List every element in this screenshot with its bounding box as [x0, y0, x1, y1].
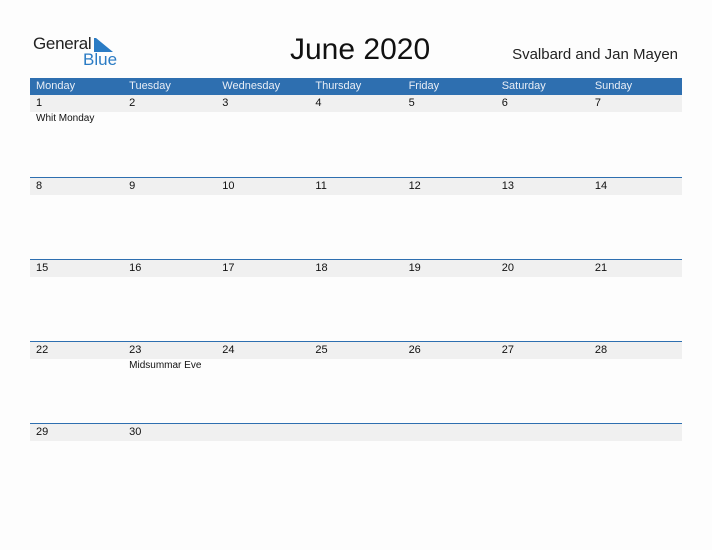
day-cell: 11: [309, 178, 402, 195]
day-number: 19: [408, 262, 421, 274]
day-number: 28: [594, 344, 608, 356]
day-cell: 26: [403, 342, 496, 359]
country-name: Svalbard and Jan Mayen: [512, 46, 678, 63]
day-cell: 24: [216, 342, 309, 359]
holiday-label: Whit Monday: [36, 113, 95, 124]
day-cell: 20: [496, 260, 589, 277]
day-cell: [403, 424, 496, 441]
day-cell: 3: [216, 95, 309, 112]
calendar-grid: Monday Tuesday Wednesday Thursday Friday…: [30, 78, 682, 505]
day-cell: 7: [589, 95, 682, 112]
week-row: 15 16 17 18 19 20 21: [30, 259, 682, 341]
day-cell: 5: [403, 95, 496, 112]
day-cell: 18: [309, 260, 402, 277]
day-number: 23: [129, 344, 142, 356]
day-cell: 14: [589, 178, 682, 195]
weekday-label: Tuesday: [129, 80, 171, 92]
day-cell: 4: [309, 95, 402, 112]
day-cell: 30: [123, 424, 216, 441]
day-cell: 17: [216, 260, 309, 277]
day-number: 2: [129, 97, 136, 109]
day-number: 10: [222, 180, 235, 192]
day-cell: 23 Midsummar Eve: [123, 342, 216, 371]
day-number: 22: [36, 344, 49, 356]
week-row: 1 Whit Monday 2 3 4 5 6 7: [30, 95, 682, 177]
weekday-label: Monday: [36, 80, 76, 92]
day-cell: 28: [589, 342, 682, 359]
day-cell: 25: [309, 342, 402, 359]
day-number: 25: [315, 344, 328, 356]
day-cell: 8: [30, 178, 123, 195]
day-number: 24: [222, 344, 235, 356]
weekday-label: Thursday: [315, 80, 362, 92]
day-cell: 22: [30, 342, 123, 359]
day-number: 18: [315, 262, 328, 274]
day-number: 16: [129, 262, 142, 274]
day-number: 11: [315, 180, 327, 192]
week-row: 8 9 10 11 12 13 14: [30, 177, 682, 259]
date-strip: 22 23 Midsummar Eve 24 25 26 27 28: [30, 342, 682, 371]
day-number: 21: [594, 262, 608, 274]
day-number: 6: [501, 97, 508, 109]
day-cell: 6: [496, 95, 589, 112]
day-cell: 15: [30, 260, 123, 277]
day-cell: 29: [30, 424, 123, 441]
logo-blue-text: Blue: [83, 50, 118, 69]
day-number: 15: [36, 262, 49, 274]
day-cell: 9: [123, 178, 216, 195]
day-number: 29: [36, 426, 49, 438]
day-number: 5: [408, 97, 415, 109]
day-number: 14: [594, 180, 608, 192]
weekday-header: Monday Tuesday Wednesday Thursday Friday…: [30, 78, 682, 95]
day-cell: 12: [403, 178, 496, 195]
day-number: 3: [222, 97, 229, 109]
date-strip: 15 16 17 18 19 20 21: [30, 260, 682, 277]
day-number: 8: [36, 180, 43, 192]
day-number: 26: [408, 344, 421, 356]
weekday-label: Saturday: [501, 80, 546, 92]
day-number: 7: [594, 97, 601, 109]
day-number: 17: [222, 262, 235, 274]
day-cell: 27: [496, 342, 589, 359]
weekday-label: Friday: [408, 80, 440, 92]
day-cell: 1 Whit Monday: [30, 95, 123, 124]
day-number: 13: [501, 180, 514, 192]
day-cell: 19: [403, 260, 496, 277]
weekday-label: Sunday: [594, 80, 633, 92]
day-number: 12: [408, 180, 421, 192]
day-number: 27: [501, 344, 514, 356]
day-cell: 2: [123, 95, 216, 112]
date-strip: 1 Whit Monday 2 3 4 5 6 7: [30, 95, 682, 124]
day-number: 9: [129, 180, 136, 192]
day-number: 4: [315, 97, 322, 109]
day-cell: [496, 424, 589, 441]
day-cell: 10: [216, 178, 309, 195]
day-number: 1: [36, 97, 43, 109]
month-title: June 2020: [290, 33, 431, 66]
week-row: 22 23 Midsummar Eve 24 25 26 27 28: [30, 341, 682, 423]
day-cell: [216, 424, 309, 441]
day-cell: 13: [496, 178, 589, 195]
date-strip: 29 30: [30, 424, 682, 441]
day-number: 20: [501, 262, 514, 274]
date-strip: 8 9 10 11 12 13 14: [30, 178, 682, 195]
week-row: 29 30: [30, 423, 682, 505]
weekday-label: Wednesday: [222, 80, 281, 92]
day-cell: 21: [589, 260, 682, 277]
day-number: 30: [129, 426, 142, 438]
day-cell: [589, 424, 682, 441]
logo: General Blue: [33, 34, 123, 70]
day-cell: 16: [123, 260, 216, 277]
holiday-label: Midsummar Eve: [129, 360, 202, 371]
day-cell: [309, 424, 402, 441]
